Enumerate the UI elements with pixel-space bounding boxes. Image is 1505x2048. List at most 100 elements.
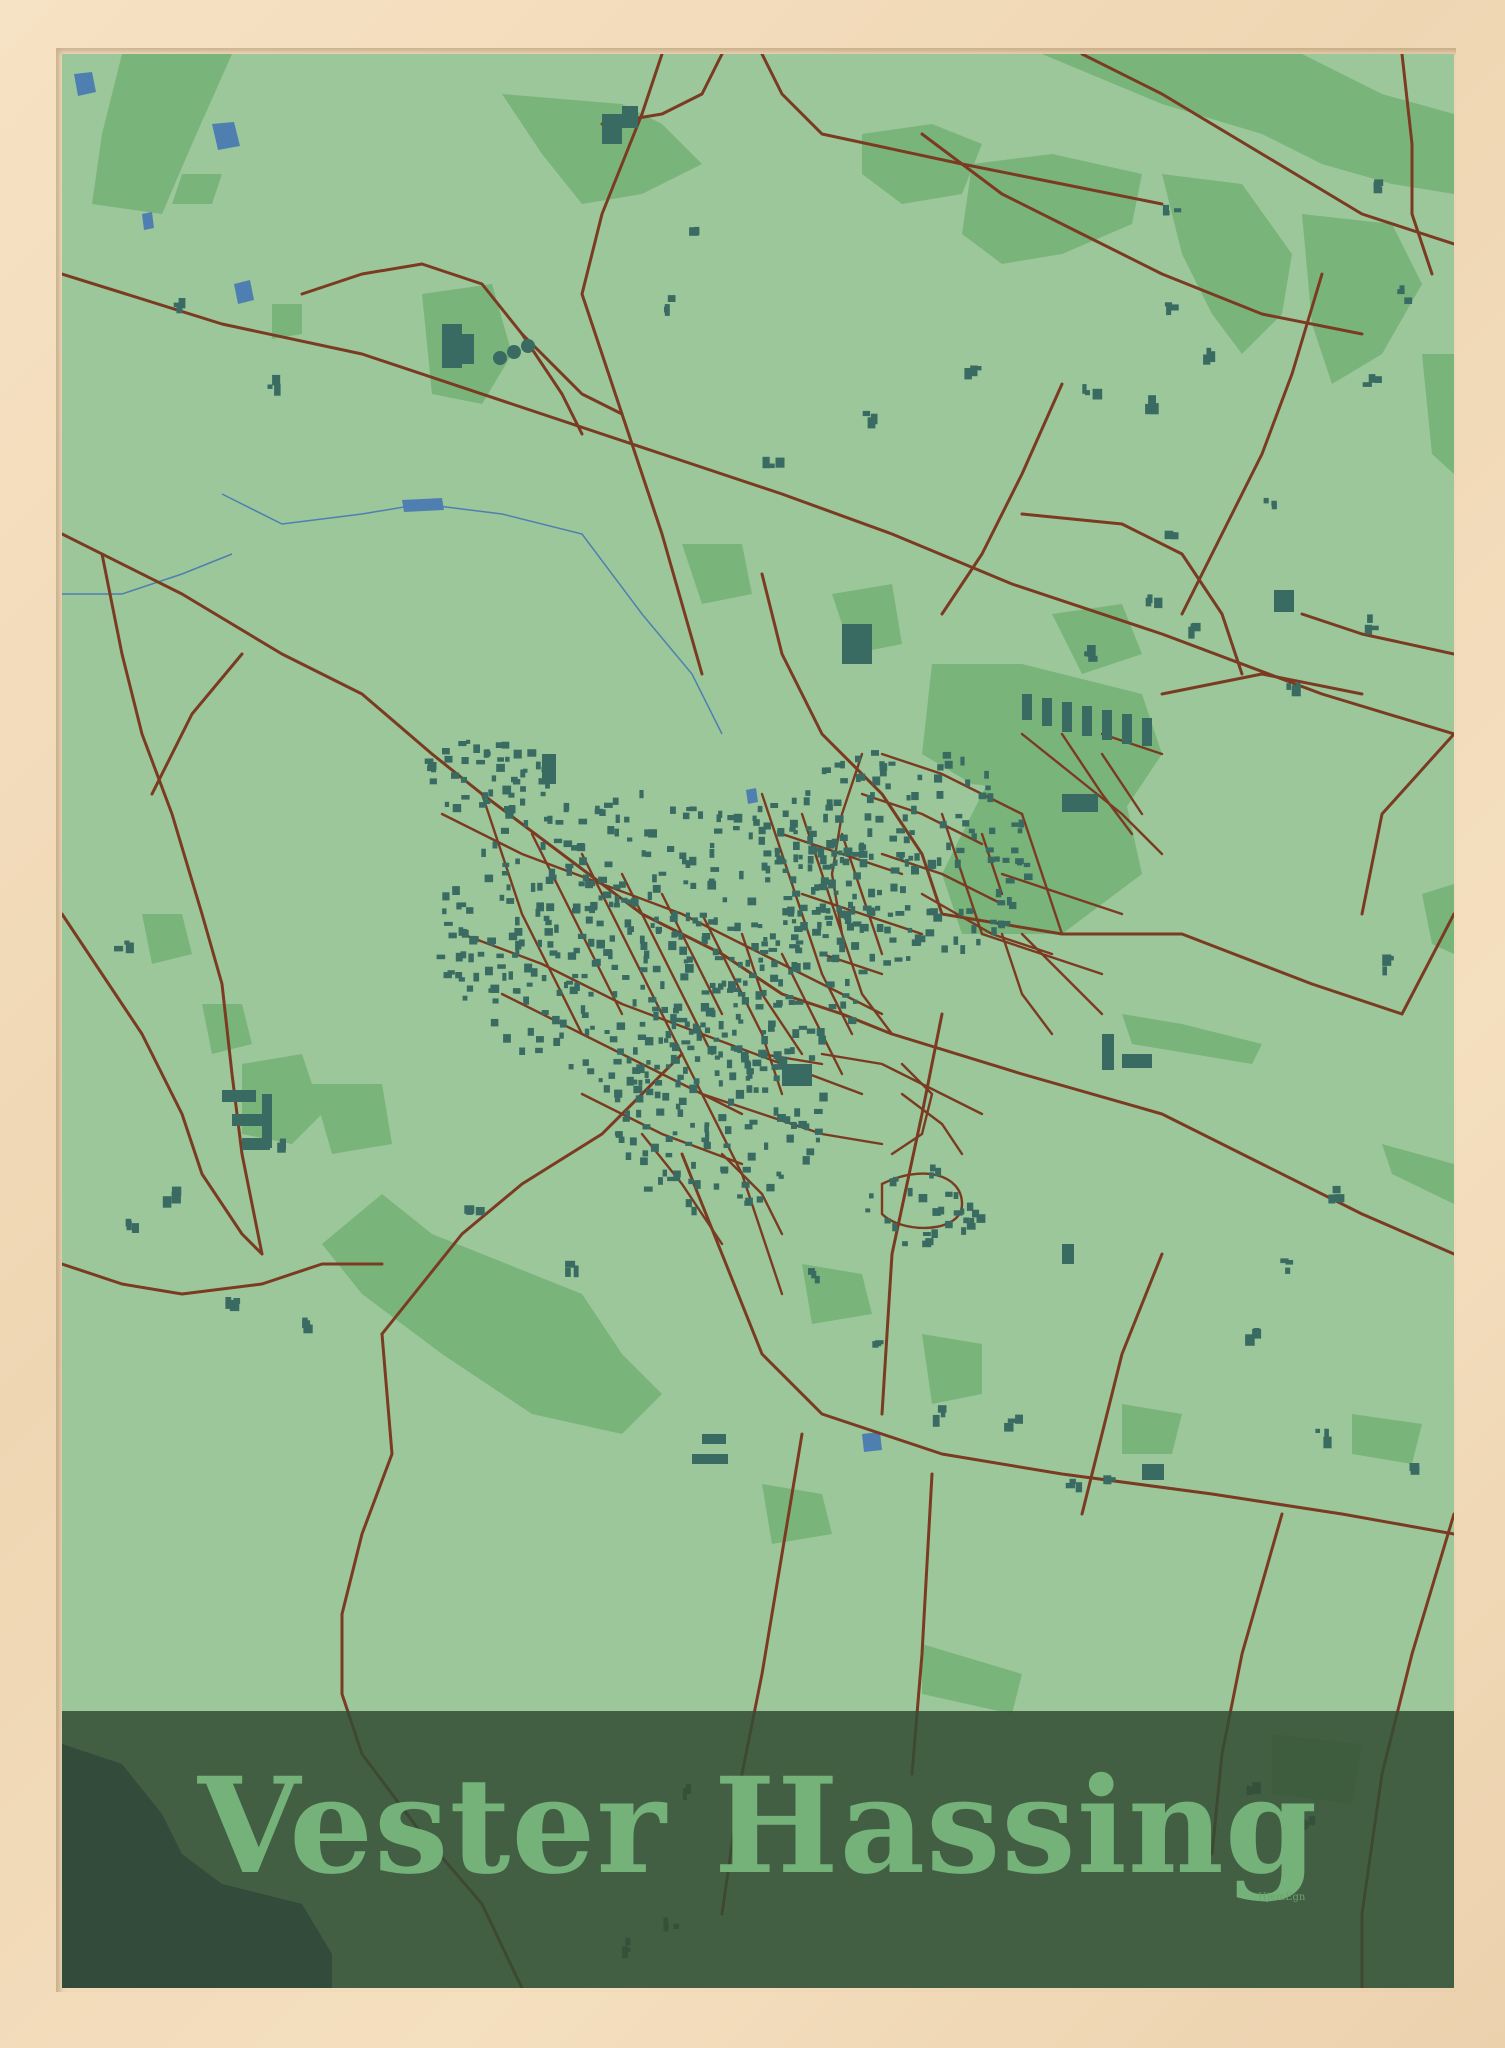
house: [814, 884, 820, 891]
farm-building: [762, 456, 770, 469]
house: [738, 961, 743, 968]
house: [582, 874, 590, 881]
house: [585, 916, 593, 924]
house: [523, 820, 529, 828]
house: [503, 1034, 511, 1043]
farm-building: [1368, 374, 1376, 383]
house: [704, 1027, 711, 1034]
house: [722, 897, 728, 903]
house: [798, 854, 803, 860]
house: [732, 1029, 737, 1036]
house: [830, 863, 835, 869]
house: [840, 1001, 847, 1009]
house: [460, 951, 467, 959]
house: [792, 890, 801, 897]
house: [762, 989, 767, 996]
house: [806, 1028, 816, 1034]
house: [1011, 822, 1019, 827]
house: [914, 853, 920, 861]
house: [936, 857, 942, 866]
house: [612, 797, 619, 805]
house: [662, 1092, 670, 1101]
house: [510, 805, 516, 814]
house: [604, 1030, 610, 1034]
house: [527, 749, 537, 757]
house: [917, 774, 923, 781]
house: [868, 888, 876, 898]
house: [520, 769, 526, 778]
house: [688, 1029, 694, 1035]
house: [444, 755, 453, 763]
house: [611, 964, 619, 970]
house: [877, 889, 882, 896]
house: [653, 1011, 659, 1021]
house: [506, 884, 511, 891]
house: [442, 892, 450, 901]
house: [492, 998, 499, 1004]
house: [508, 971, 513, 980]
house: [665, 1136, 673, 1142]
house: [672, 1131, 678, 1136]
house: [790, 876, 797, 884]
house: [803, 962, 811, 970]
farm-building: [1015, 1414, 1023, 1424]
house: [587, 880, 596, 887]
house: [885, 783, 891, 790]
map-poster: Vester Hassing HjemEgn: [62, 54, 1454, 1988]
house: [1017, 861, 1023, 866]
house: [858, 969, 868, 975]
house: [652, 884, 661, 893]
house: [466, 739, 471, 744]
farm-building: [162, 1196, 172, 1208]
house: [477, 951, 485, 957]
house: [966, 1202, 974, 1211]
house: [462, 995, 468, 1001]
farm-building: [1286, 683, 1292, 690]
house: [668, 941, 677, 951]
house: [633, 1085, 643, 1094]
house: [803, 797, 810, 806]
house: [795, 944, 800, 952]
house: [963, 1217, 970, 1224]
farm-building: [1192, 622, 1201, 632]
house: [820, 877, 829, 885]
house: [452, 804, 462, 813]
house: [556, 989, 563, 996]
house: [758, 826, 766, 835]
house: [833, 890, 839, 895]
house: [802, 1156, 810, 1165]
house: [568, 1064, 574, 1070]
farm-building: [1328, 1194, 1336, 1204]
house: [752, 1059, 762, 1067]
farm-building: [1404, 297, 1413, 304]
house: [794, 1000, 804, 1005]
house: [645, 851, 652, 858]
house: [875, 905, 881, 911]
house: [598, 895, 603, 901]
house: [941, 945, 948, 953]
house: [683, 880, 689, 885]
house: [572, 973, 579, 979]
farm-building: [1323, 1436, 1332, 1449]
house: [876, 924, 884, 932]
farm-building: [114, 945, 124, 952]
house: [512, 953, 518, 958]
house: [591, 960, 598, 967]
house: [535, 1047, 543, 1054]
house: [1005, 878, 1015, 884]
house: [603, 1085, 610, 1093]
house: [821, 767, 827, 775]
farm-building: [1004, 1422, 1014, 1432]
house: [452, 886, 460, 895]
house: [658, 1177, 663, 1185]
farm-building: [1154, 597, 1163, 609]
house: [751, 943, 759, 951]
house: [733, 826, 740, 831]
house: [852, 893, 857, 900]
house: [751, 922, 758, 928]
house: [848, 1017, 857, 1025]
house: [650, 1143, 659, 1152]
house: [994, 856, 1000, 862]
house: [819, 951, 828, 957]
house: [1006, 897, 1012, 906]
